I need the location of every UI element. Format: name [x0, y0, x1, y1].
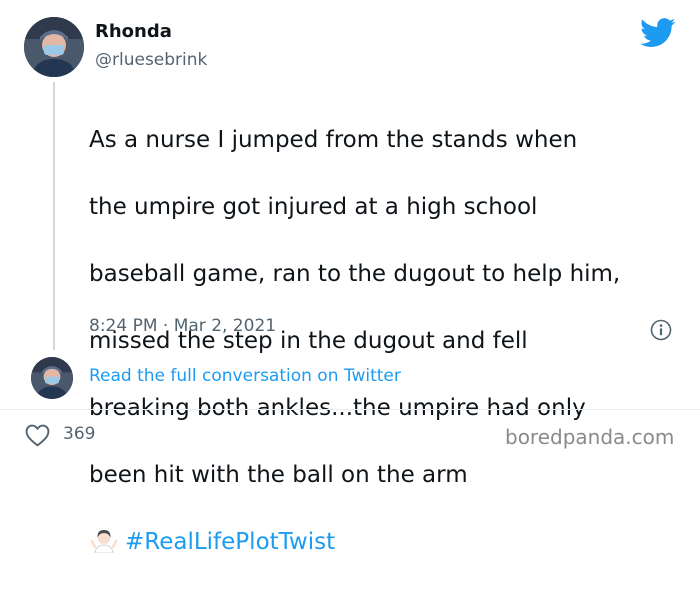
author-avatar-image	[24, 17, 84, 77]
reply-avatar-image	[31, 357, 73, 399]
thread-line	[53, 82, 55, 350]
divider	[0, 409, 700, 410]
author-avatar[interactable]	[24, 17, 84, 77]
watermark: boredpanda.com	[505, 425, 675, 449]
tweet-text: As a nurse I jumped from the stands when…	[89, 90, 689, 593]
read-conversation-link[interactable]: Read the full conversation on Twitter	[89, 366, 401, 386]
tweet-line: been hit with the ball on the arm	[89, 461, 468, 488]
hashtag-link[interactable]: #RealLifePlotTwist	[125, 529, 335, 555]
twitter-bird-icon[interactable]	[640, 18, 676, 48]
woman-shrugging-emoji	[91, 529, 117, 553]
tweet-timestamp[interactable]: 8:24 PM · Mar 2, 2021	[89, 316, 276, 336]
tweet-line: baseball game, ran to the dugout to help…	[89, 260, 621, 287]
reply-avatar[interactable]	[31, 357, 73, 399]
info-icon[interactable]	[650, 319, 672, 341]
tweet-hashtag-line: #RealLifePlotTwist	[89, 526, 689, 560]
display-name[interactable]: Rhonda	[95, 21, 172, 42]
user-handle[interactable]: @rluesebrink	[95, 50, 207, 70]
like-count: 369	[63, 424, 96, 444]
heart-icon[interactable]	[25, 424, 50, 447]
tweet-line: As a nurse I jumped from the stands when	[89, 126, 578, 153]
tweet-line: the umpire got injured at a high school	[89, 193, 538, 220]
